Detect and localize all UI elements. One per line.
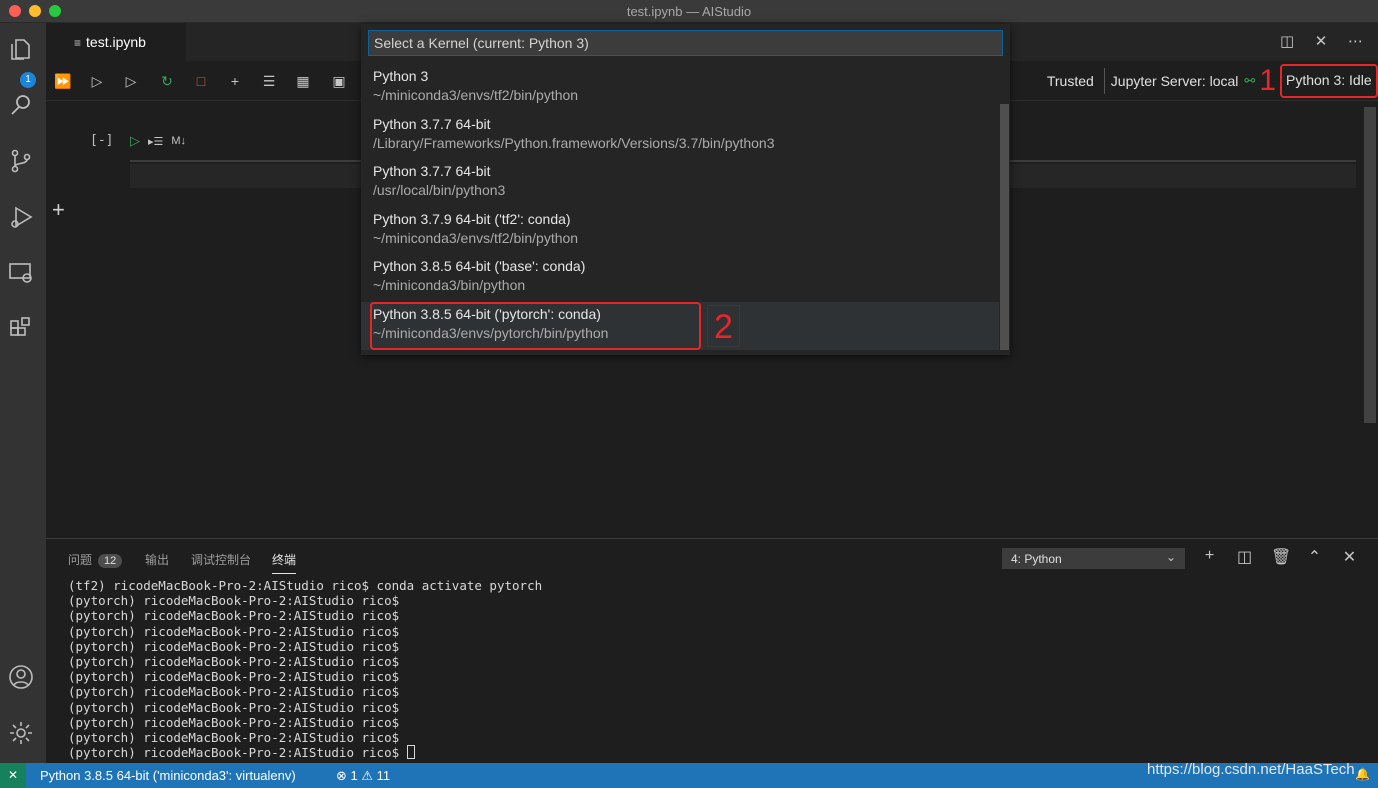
kernel-option-path: /Library/Frameworks/Python.framework/Ver… [373,135,775,151]
activity-bar: 1 [0,23,46,763]
search-icon[interactable] [7,91,35,119]
annotation-number-1: 1 [1259,64,1276,97]
terminal-line: (pytorch) ricodeMacBook-Pro-2:AIStudio r… [68,654,400,670]
quick-pick-scrollbar[interactable] [1000,104,1009,350]
new-terminal-icon[interactable]: + [1201,547,1218,567]
remote-indicator-icon[interactable]: ✕ [0,763,26,788]
interrupt-kernel-icon[interactable]: □ [192,73,210,89]
kernel-option-path: ~/miniconda3/bin/python [373,277,526,293]
tab-problems[interactable]: 问题 12 [68,551,123,568]
python-interpreter-status[interactable]: Python 3.8.5 64-bit ('miniconda3': virtu… [40,768,296,783]
terminal-cursor [406,745,415,760]
notebook-file-icon: ≡ [74,36,82,50]
divider [1103,68,1105,94]
account-icon[interactable] [7,663,35,691]
cell-execution-count: [-] [90,133,114,148]
terminal-line: (pytorch) ricodeMacBook-Pro-2:AIStudio r… [68,699,400,715]
run-above-icon[interactable]: ▷ [88,73,106,89]
terminal-line: (pytorch) ricodeMacBook-Pro-2:AIStudio r… [68,714,400,730]
kernel-status-button[interactable]: Python 3: Idle [1280,64,1378,98]
bottom-panel: 问题 12 输出 调试控制台 终端 4: Python ⌄ + ◫ 🗑 ⌃ ✕ (… [46,538,1378,763]
kernel-option[interactable]: Python 3.7.7 64-bit /usr/local/bin/pytho… [361,159,999,207]
terminal-line: (pytorch) ricodeMacBook-Pro-2:AIStudio r… [68,730,400,746]
clear-outputs-icon[interactable]: ☰ [260,73,278,89]
terminal-line: (tf2) ricodeMacBook-Pro-2:AIStudio rico$… [68,578,543,593]
extensions-icon[interactable] [7,315,35,343]
annotation-number-2: 2 [707,305,740,347]
tab-label: 问题 [68,553,93,567]
terminal-line: (pytorch) ricodeMacBook-Pro-2:AIStudio r… [68,684,400,700]
cell-toolbar: ▷ ▸☰ M↓ [130,133,186,149]
highlight-box-2 [370,302,701,350]
terminal-line: (pytorch) ricodeMacBook-Pro-2:AIStudio r… [68,623,400,639]
kernel-option-label: Python 3 [373,68,429,84]
markdown-toggle[interactable]: M↓ [171,135,186,147]
terminal-line: (pytorch) ricodeMacBook-Pro-2:AIStudio r… [68,593,400,609]
kill-terminal-icon[interactable]: 🗑 [1271,547,1291,567]
variables-icon[interactable]: ▦ [294,73,312,89]
kernel-option[interactable]: Python 3.8.5 64-bit ('base': conda) ~/mi… [361,254,999,302]
tab-output[interactable]: 输出 [145,551,169,568]
kernel-option-path: ~/miniconda3/envs/tf2/bin/python [373,87,579,103]
chevron-down-icon: ⌄ [1165,550,1176,564]
kernel-option[interactable]: Python 3 ~/miniconda3/envs/tf2/bin/pytho… [361,64,999,112]
terminal-line: (pytorch) ricodeMacBook-Pro-2:AIStudio r… [68,638,400,654]
tab-debug-console[interactable]: 调试控制台 [191,551,251,568]
save-icon[interactable]: ▣ [330,73,348,89]
settings-gear-icon[interactable] [7,719,35,747]
run-all-icon[interactable]: ⏩ [54,73,72,89]
remote-explorer-icon[interactable] [7,259,35,287]
close-editor-icon[interactable]: ✕ [1314,32,1328,50]
run-debug-icon[interactable] [7,203,35,231]
kernel-option-label: Python 3.7.9 64-bit ('tf2': conda) [373,211,571,227]
source-control-icon[interactable] [7,147,35,175]
terminal-select-value: 4: Python [1011,552,1062,566]
notifications-bell-icon[interactable]: 🔔 [1355,767,1370,781]
watermark: https://blog.csdn.net/HaaSTech [1147,761,1355,778]
problems-count-badge: 12 [98,554,123,568]
problems-status[interactable]: ⊗ 1 ⚠ 11 [336,768,390,784]
kernel-option[interactable]: Python 3.7.9 64-bit ('tf2': conda) ~/min… [361,207,999,255]
split-terminal-icon[interactable]: ◫ [1236,547,1253,567]
title-bar: test.ipynb — AIStudio [0,0,1378,23]
panel-actions: + ◫ 🗑 ⌃ ✕ [1201,547,1358,567]
more-actions-icon[interactable]: ⋯ [1348,32,1363,50]
terminal-line: (pytorch) ricodeMacBook-Pro-2:AIStudio r… [68,669,400,685]
editor-scrollbar[interactable] [1364,107,1376,423]
explorer-badge: 1 [20,72,36,88]
terminal-line: (pytorch) ricodeMacBook-Pro-2:AIStudio r… [68,608,400,624]
tab-label: test.ipynb [86,34,146,50]
kernel-option-label: Python 3.7.7 64-bit [373,116,491,132]
editor-actions: ◫ ✕ ⋯ [1280,32,1363,50]
add-cell-below-icon[interactable]: + [52,197,65,223]
kernel-option-label: Python 3.8.5 64-bit ('base': conda) [373,258,586,274]
explorer-icon[interactable] [7,35,35,63]
add-cell-icon[interactable]: + [226,73,244,89]
split-editor-icon[interactable]: ◫ [1280,32,1294,50]
jupyter-server-status[interactable]: Jupyter Server: local [1111,73,1239,89]
run-by-line-icon[interactable]: ▸☰ [148,135,163,148]
tab-terminal[interactable]: 终端 [272,551,297,574]
terminal-line: (pytorch) ricodeMacBook-Pro-2:AIStudio r… [68,745,407,761]
kernel-option-label: Python 3.7.7 64-bit [373,163,491,179]
kernel-option-path: /usr/local/bin/python3 [373,182,506,198]
window-title: test.ipynb — AIStudio [626,4,752,19]
tab-test-ipynb[interactable]: ≡ test.ipynb [46,23,186,61]
kernel-option-path: ~/miniconda3/envs/tf2/bin/python [373,230,579,246]
kernel-option[interactable]: Python 3.7.7 64-bit /Library/Frameworks/… [361,112,999,160]
restart-kernel-icon[interactable]: ↻ [158,73,176,89]
kernel-search-input[interactable]: Select a Kernel (current: Python 3) [368,30,1003,56]
notebook-status: Trusted Jupyter Server: local ⚯ 1 Python… [1047,61,1378,101]
connection-plug-icon: ⚯ [1244,73,1256,88]
maximize-panel-icon[interactable]: ⌃ [1306,547,1323,567]
terminal-select[interactable]: 4: Python ⌄ [1002,548,1185,569]
run-below-icon[interactable]: ▷ [122,73,140,89]
run-cell-icon[interactable]: ▷ [130,133,140,149]
trusted-indicator[interactable]: Trusted [1047,73,1094,89]
terminal-output[interactable]: (tf2) ricodeMacBook-Pro-2:AIStudio rico$… [68,578,542,760]
close-panel-icon[interactable]: ✕ [1341,547,1358,567]
